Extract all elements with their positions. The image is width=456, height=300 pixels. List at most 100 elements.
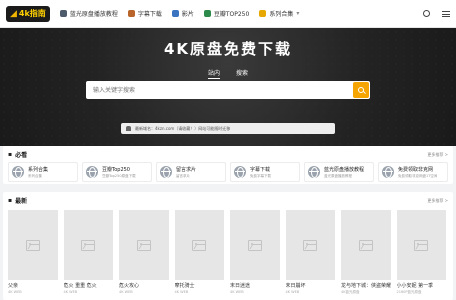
globe-icon [234,166,246,178]
movie-title[interactable]: 末日崩坏 [286,282,336,289]
movie-poster[interactable] [396,210,446,280]
nav-item-tutorial[interactable]: 蓝光原盘播放教程 [59,9,118,18]
movie-title[interactable]: 危火 重重 危火 [64,282,114,289]
movie-poster[interactable] [230,210,280,280]
movie-title[interactable]: 末日迷途 [230,282,280,289]
movie-card[interactable]: 摩托骑士 4K WEB [174,210,225,295]
movie-quality: 4K WEB [174,290,189,294]
search-input[interactable] [86,81,353,99]
globe-icon [86,166,98,178]
globe-icon [382,166,394,178]
must-card[interactable]: 免费领取非克网 免费领取非克网盘1T空间 [378,162,448,182]
image-placeholder-icon [25,239,40,251]
movie-poster[interactable] [119,210,169,280]
movie-card[interactable]: 龙与地下城：侠盗荣耀 4K蓝光原盘 [341,210,391,295]
hero-title: 4K原盘免费下载 [163,40,293,58]
site-logo[interactable]: ◢ 4k指南 [6,5,50,22]
more-link[interactable]: 更多推荐 > [427,152,448,158]
movie-quality: 4K WEB [8,290,22,294]
nav-item-douban-top250[interactable]: 豆瓣TOP250 [203,9,250,18]
image-placeholder-icon [81,239,96,251]
film-icon: ▪ [8,197,13,204]
image-placeholder-icon [192,239,207,251]
tools-icon [127,10,135,17]
movie-card[interactable]: 父亲 4K WEB [8,210,58,295]
movie-quality: 4K蓝光原盘 [341,290,360,294]
chevron-down-icon: ▾ [296,10,300,17]
nav-item-series[interactable]: 系列合集 ▾ [259,9,299,18]
book-icon [59,10,67,17]
latest-section: ▪ 最新 更多推荐 > 父亲 4K WEB 危火 重重 危火 4K WEB 危火… [3,192,453,300]
card-desc: 免费字幕下载 [250,173,271,178]
must-card[interactable]: 字幕下载 免费字幕下载 [230,162,300,182]
main-nav: 蓝光原盘播放教程 字幕下载 影片 豆瓣TOP250 系列合集 ▾ [59,9,299,18]
movie-title[interactable]: 父亲 [8,282,58,289]
card-name: 豆瓣Top250 [102,166,130,173]
movie-card[interactable]: 小小安妮 第一季 2160P蓝光原盘 [396,210,447,295]
header-actions [423,10,450,17]
menu-icon[interactable] [442,10,450,17]
image-placeholder-icon [358,239,373,251]
search-box [86,81,370,99]
film-icon [171,10,179,17]
movie-title[interactable]: 小小安妮 第一季 [397,282,447,289]
grid-icon: ▪ [8,151,13,158]
globe-icon [308,166,320,178]
search-tabs: 站内 搜索 [0,68,456,79]
movie-poster[interactable] [63,210,113,280]
notice-icon [126,126,131,131]
movie-quality: 4K WEB [285,290,300,294]
nav-item-subtitles[interactable]: 字幕下载 [127,9,162,18]
user-icon[interactable] [423,10,430,17]
notice-text: 最新域名：4kzn.com（请收藏！）网站可能随时迁移 [135,125,231,131]
section-title-text: 必看 [15,152,28,159]
card-name: 字幕下载 [250,166,271,173]
image-placeholder-icon [303,239,318,251]
more-link[interactable]: 更多推荐 > [427,198,448,204]
must-see-section: ▪ 必看 更多推荐 > 系列合集 系列合集 豆瓣Top250 豆瓣Top250原盘下… [3,146,453,184]
movie-quality: 4K WEB [230,290,244,294]
must-card[interactable]: 蓝光原盘播放教程 蓝光原盘播放教程 [304,162,374,182]
must-card[interactable]: 豆瓣Top250 豆瓣Top250原盘下载 [82,162,152,182]
nav-item-label: 字幕下载 [137,11,162,18]
movie-title[interactable]: 摩托骑士 [175,282,225,289]
search-icon [358,87,364,93]
movie-poster[interactable] [285,210,335,280]
movie-card[interactable]: 末日迷途 4K WEB [230,210,280,295]
movie-title[interactable]: 龙与地下城：侠盗荣耀 [341,282,391,289]
bulb-icon [259,10,267,17]
tab-search[interactable]: 搜索 [236,68,248,79]
globe-icon [12,166,24,178]
section-title: ▪ 必看 [8,150,27,159]
movie-card[interactable]: 危火攻心 4K WEB [119,210,169,295]
tab-onsite[interactable]: 站内 [207,68,220,79]
card-desc: 留言求片 [176,173,190,178]
image-placeholder-icon [247,239,262,251]
card-name: 蓝光原盘播放教程 [324,166,365,173]
nav-item-label: 蓝光原盘播放教程 [69,11,118,18]
card-name: 留言求片 [176,166,197,173]
must-card[interactable]: 系列合集 系列合集 [8,162,78,182]
globe-icon [160,166,172,178]
logo-mark: ◢ [10,8,17,19]
nav-item-label: 豆瓣TOP250 [213,11,250,18]
nav-item-label: 影片 [181,11,194,18]
movie-card[interactable]: 末日崩坏 4K WEB [285,210,336,295]
must-card[interactable]: 留言求片 留言求片 [156,162,226,182]
image-placeholder-icon [414,239,429,251]
movie-poster[interactable] [341,210,391,280]
movie-poster[interactable] [8,210,58,280]
movie-poster[interactable] [174,210,224,280]
domain-notice: 最新域名：4kzn.com（请收藏！）网站可能随时迁移 [121,123,335,134]
card-name: 免费领取非克网 [398,166,434,173]
hero-banner: 4K原盘免费下载 站内 搜索 最新域名：4kzn.com（请收藏！）网站可能随时… [0,28,456,146]
list-icon [203,10,211,17]
search-button[interactable] [353,82,369,98]
movie-card[interactable]: 危火 重重 危火 4K WEB [63,210,114,295]
movie-title[interactable]: 危火攻心 [119,282,169,289]
card-desc: 免费领取非克网盘1T空间 [398,173,438,178]
image-placeholder-icon [136,239,151,251]
movie-quality: 4K WEB [119,290,133,294]
nav-item-films[interactable]: 影片 [171,9,194,18]
section-title: ▪ 最新 [8,196,27,205]
